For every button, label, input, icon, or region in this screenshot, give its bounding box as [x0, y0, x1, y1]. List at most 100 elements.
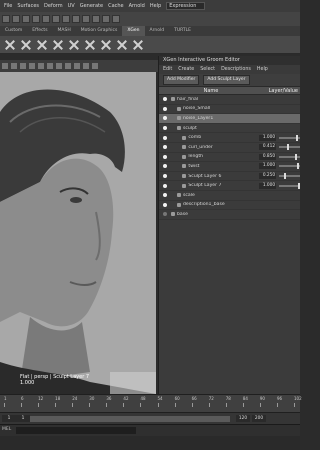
layer-value-field[interactable]: 1.000: [259, 182, 277, 189]
command-input[interactable]: [16, 427, 136, 434]
xgen-tool-icon[interactable]: [84, 39, 96, 51]
open-scene-icon[interactable]: [12, 15, 20, 23]
panel-menu-select[interactable]: Select: [200, 67, 215, 72]
shelf-tab-xgen[interactable]: XGen: [122, 26, 145, 36]
command-language[interactable]: MEL: [2, 427, 11, 432]
shelf-tab-motion-graphics[interactable]: Motion Graphics: [76, 26, 123, 36]
xgen-tool-icon[interactable]: [20, 39, 32, 51]
visibility-toggle[interactable]: [159, 135, 170, 140]
value-column-header[interactable]: Layer/Value: [251, 88, 300, 94]
isolate-icon[interactable]: [56, 63, 62, 69]
panel-menu-create[interactable]: Create: [178, 67, 194, 72]
slider-handle[interactable]: [296, 134, 299, 141]
add-modifier-button[interactable]: Add Modifier: [163, 75, 200, 85]
groom-tree-row[interactable]: description1_base: [159, 201, 300, 211]
menu-item-deform[interactable]: Deform: [44, 3, 63, 9]
groom-tree-row[interactable]: curl_under 0.412: [159, 143, 300, 153]
xgen-tool-icon[interactable]: [100, 39, 112, 51]
visibility-toggle[interactable]: [159, 212, 171, 217]
textured-icon[interactable]: [29, 63, 35, 69]
panel-menu-help[interactable]: Help: [257, 67, 268, 72]
grid-icon[interactable]: [74, 63, 80, 69]
groom-tree-row[interactable]: length 0.850: [159, 153, 300, 163]
snap-grid-icon[interactable]: [62, 15, 70, 23]
snap-curve-icon[interactable]: [72, 15, 80, 23]
layer-value-slider[interactable]: [279, 173, 300, 180]
groom-tree-row[interactable]: Sculpt Layer 7 1.000: [159, 181, 301, 191]
anim-end-field[interactable]: 200: [252, 415, 266, 422]
slider-handle[interactable]: [295, 153, 298, 160]
shelf-tab-arnold[interactable]: Arnold: [145, 26, 170, 36]
visibility-toggle[interactable]: [159, 126, 171, 131]
layer-value-field[interactable]: 0.850: [259, 153, 277, 160]
time-slider[interactable]: 1 6 12 18 24 30 36 42 48 54 60 66 72 78 84 90 96 102: [0, 394, 302, 412]
menu-item-surfaces[interactable]: Surfaces: [17, 3, 39, 9]
menu-item-uv[interactable]: UV: [68, 3, 75, 9]
layer-value-slider[interactable]: [279, 134, 300, 141]
menu-item-help[interactable]: Help: [150, 3, 161, 9]
select-mode-icon[interactable]: [52, 15, 60, 23]
groom-tree-row[interactable]: comb 1.000: [159, 133, 300, 143]
wireframe-icon[interactable]: [11, 63, 17, 69]
xgen-tool-icon[interactable]: [116, 39, 128, 51]
layer-value-field[interactable]: 1.000: [259, 163, 277, 170]
visibility-toggle[interactable]: [159, 154, 170, 159]
3d-viewport[interactable]: Flat | persp | Sculpt Layer 7 1.000: [0, 72, 156, 394]
add-sculpt-layer-button[interactable]: Add Sculpt Layer: [203, 75, 250, 85]
resolution-gate-icon[interactable]: [92, 63, 98, 69]
menu-item-generate[interactable]: Generate: [80, 3, 103, 9]
layer-value-slider[interactable]: [279, 153, 300, 160]
lights-icon[interactable]: [38, 63, 44, 69]
smooth-shade-icon[interactable]: [20, 63, 26, 69]
redo-icon[interactable]: [42, 15, 50, 23]
layer-value-slider[interactable]: [279, 163, 300, 170]
shadows-icon[interactable]: [47, 63, 53, 69]
xgen-tool-icon[interactable]: [52, 39, 64, 51]
undo-icon[interactable]: [32, 15, 40, 23]
groom-tree-row[interactable]: sculpt: [159, 124, 300, 134]
layer-value-field[interactable]: 1.000: [259, 134, 277, 141]
groom-tree-row[interactable]: noise_Small: [159, 105, 300, 115]
layer-value-field[interactable]: 0.412: [259, 144, 277, 151]
hud-icon[interactable]: [83, 63, 89, 69]
menu-item-file[interactable]: File: [4, 3, 12, 9]
workspace-select[interactable]: Expression: [166, 2, 206, 10]
xgen-tool-icon[interactable]: [36, 39, 48, 51]
visibility-toggle[interactable]: [159, 174, 170, 179]
new-scene-icon[interactable]: [2, 15, 10, 23]
panel-menu-descriptions[interactable]: Descriptions: [221, 67, 251, 72]
ipr-render-icon[interactable]: [102, 15, 110, 23]
groom-tree-row[interactable]: base: [159, 210, 300, 220]
render-settings-icon[interactable]: [112, 15, 120, 23]
slider-handle[interactable]: [287, 144, 290, 151]
groom-tree-row[interactable]: Sculpt Layer 6 0.250: [159, 172, 300, 182]
xgen-tool-icon[interactable]: [68, 39, 80, 51]
xgen-tool-icon[interactable]: [4, 39, 16, 51]
range-start-field[interactable]: 1: [16, 415, 30, 422]
slider-handle[interactable]: [284, 173, 287, 180]
shelf-tab-custom[interactable]: Custom: [0, 26, 27, 36]
menu-item-arnold[interactable]: Arnold: [129, 3, 145, 9]
camera-icon[interactable]: [2, 63, 8, 69]
visibility-toggle[interactable]: [159, 116, 171, 121]
snap-point-icon[interactable]: [82, 15, 90, 23]
shelf-tab-mash[interactable]: MASH: [53, 26, 76, 36]
range-end-field[interactable]: 120: [236, 415, 250, 422]
visibility-toggle[interactable]: [159, 164, 170, 169]
render-icon[interactable]: [92, 15, 100, 23]
anim-start-field[interactable]: 1: [2, 415, 16, 422]
visibility-toggle[interactable]: [159, 183, 170, 188]
groom-tree-row[interactable]: scale: [159, 191, 300, 201]
shelf-tab-turtle[interactable]: TURTLE: [169, 26, 196, 36]
xgen-tool-icon[interactable]: [132, 39, 144, 51]
name-column-header[interactable]: Name: [171, 88, 251, 94]
layer-value-slider[interactable]: [279, 144, 300, 151]
layer-value-slider[interactable]: [279, 182, 301, 189]
slider-handle[interactable]: [297, 163, 300, 170]
groom-tree-row[interactable]: twist 1.000: [159, 162, 300, 172]
layer-value-field[interactable]: 0.250: [259, 173, 277, 180]
visibility-toggle[interactable]: [159, 202, 171, 207]
xray-icon[interactable]: [65, 63, 71, 69]
visibility-toggle[interactable]: [159, 97, 171, 102]
visibility-toggle[interactable]: [159, 193, 171, 198]
